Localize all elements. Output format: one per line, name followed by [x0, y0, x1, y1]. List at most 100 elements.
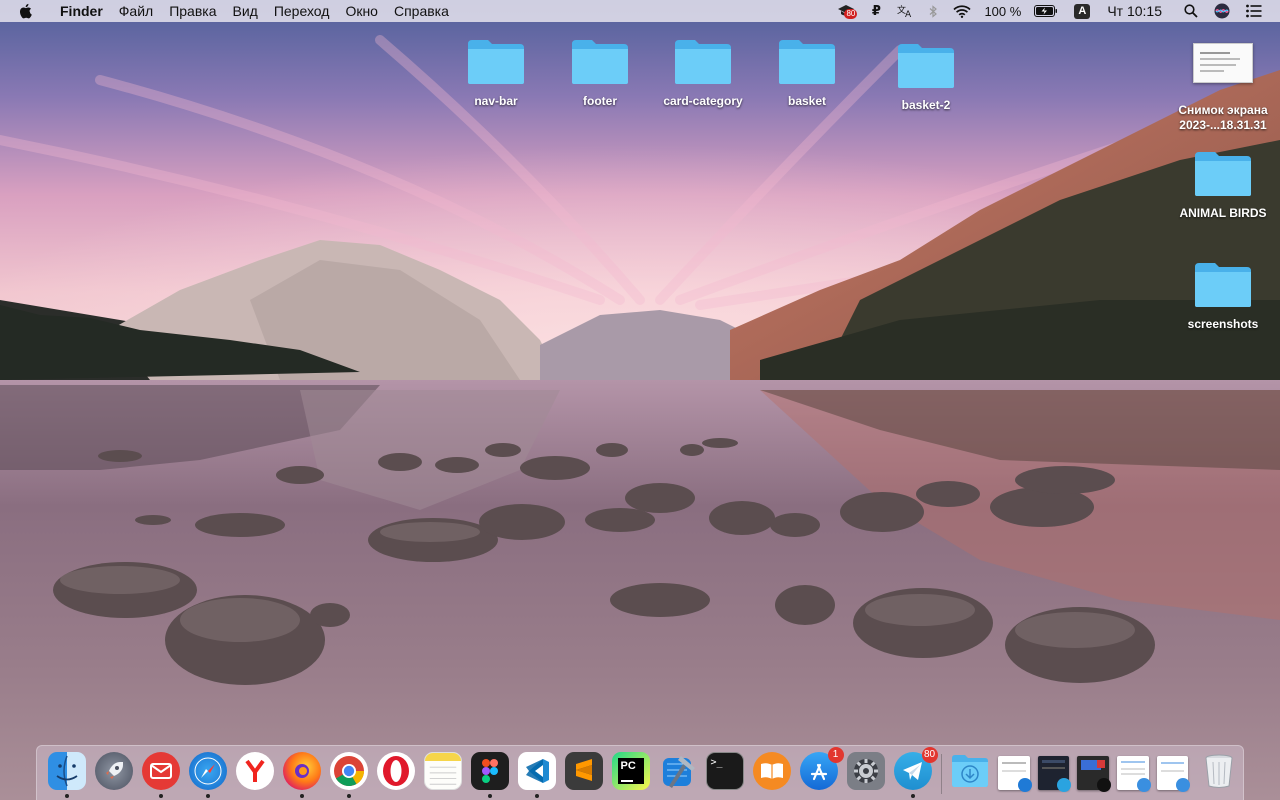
dock-telegram[interactable]: 80 [893, 747, 938, 798]
folder-icon [1193, 150, 1253, 198]
desktop-folder-basket-2[interactable]: basket-2 [871, 42, 981, 113]
safari-mini-icon [1017, 778, 1032, 792]
folder-icon [673, 38, 733, 86]
desktop-folder-basket[interactable]: basket [752, 38, 862, 109]
menu-help[interactable]: Справка [386, 0, 457, 22]
dock-figma[interactable] [470, 752, 509, 798]
translate-icon[interactable]: 文A [896, 0, 914, 22]
firefox-icon [282, 752, 321, 790]
figma-icon [470, 752, 509, 790]
dock-trash[interactable] [1200, 752, 1238, 790]
safari-compass-icon [188, 752, 227, 790]
mail-icon [141, 752, 180, 790]
menu-app-finder[interactable]: Finder [52, 0, 111, 22]
siri-icon[interactable] [1212, 0, 1232, 22]
dock-yandex-browser[interactable] [235, 752, 274, 790]
telegram-mini-icon [1057, 778, 1072, 792]
dock-minimized-window-2[interactable] [1037, 756, 1072, 792]
terminal-icon: >_ [705, 752, 744, 790]
apple-logo-icon[interactable] [18, 3, 38, 19]
pycharm-icon: PC [611, 752, 650, 790]
xcode-hammer-icon [659, 752, 697, 790]
rocket-icon [94, 752, 133, 790]
dock-minimized-window-4[interactable] [1117, 756, 1151, 792]
desktop-file-screenshot[interactable]: Снимок экрана 2023-...18.31.31 [1168, 43, 1278, 133]
desktop-item-label: ANIMAL BIRDS [1179, 206, 1267, 220]
input-source-icon[interactable]: A [1071, 0, 1093, 22]
desktop-item-label: screenshots [1187, 317, 1259, 331]
dock-system-preferences[interactable] [846, 752, 885, 790]
books-icon [752, 752, 791, 790]
menu-view[interactable]: Вид [225, 0, 266, 22]
dock-minimized-window-5[interactable] [1156, 756, 1191, 792]
screenshot-thumbnail-icon [1193, 43, 1253, 83]
gear-icon [846, 752, 885, 790]
desktop-folder-animal-birds[interactable]: ANIMAL BIRDS [1168, 150, 1278, 221]
spotlight-search-icon[interactable] [1182, 0, 1200, 22]
ruble-icon[interactable]: ₽ [868, 0, 884, 22]
desktop-wallpaper [0, 0, 1280, 800]
finder-icon [47, 752, 86, 790]
dock-minimized-window-3[interactable] [1077, 756, 1111, 792]
desktop-folder-nav-bar[interactable]: nav-bar [441, 38, 551, 109]
finder-mini-icon [1176, 778, 1191, 792]
dock-terminal[interactable]: >_ [705, 752, 744, 790]
folder-icon [570, 38, 630, 86]
dock-notes[interactable] [423, 752, 462, 790]
folder-icon [777, 38, 837, 86]
chrome-icon [329, 752, 368, 790]
menu-window[interactable]: Окно [337, 0, 386, 22]
dock-safari[interactable] [188, 752, 227, 798]
folder-icon [466, 38, 526, 86]
folder-icon [1193, 261, 1253, 309]
dock-pycharm[interactable]: PC [611, 752, 650, 790]
dock-separator [941, 754, 942, 794]
desktop-folder-footer[interactable]: footer [545, 38, 655, 109]
bluetooth-icon[interactable] [926, 0, 940, 22]
desktop-item-label: 2023-...18.31.31 [1179, 118, 1267, 132]
app-store-badge: 1 [827, 747, 844, 763]
dock-vscode[interactable] [517, 752, 556, 798]
dock-mail[interactable] [141, 752, 180, 798]
dock-minimized-window-1[interactable] [997, 756, 1032, 792]
dock-xcode[interactable] [659, 752, 697, 790]
desktop-item-label: footer [583, 94, 617, 108]
trash-icon [1200, 752, 1238, 790]
desktop-folder-card-category[interactable]: card-category [648, 38, 758, 109]
desktop-item-label: nav-bar [474, 94, 518, 108]
notification-center-icon[interactable] [1244, 0, 1264, 22]
dock-finder[interactable] [47, 752, 86, 798]
finder-mini-icon [1136, 778, 1151, 792]
battery-percent: 100 % [984, 3, 1022, 19]
menu-go[interactable]: Переход [266, 0, 338, 22]
notes-icon [423, 752, 462, 790]
dock-sublime-text[interactable] [564, 752, 603, 790]
desktop-item-label: basket [787, 94, 827, 108]
menu-bar: Finder Файл Правка Вид Переход Окно Спра… [0, 0, 1280, 22]
opera-icon [376, 752, 415, 790]
desktop-item-label: Снимок экрана [1178, 103, 1268, 117]
dock-launchpad[interactable] [94, 752, 133, 790]
menu-file[interactable]: Файл [111, 0, 161, 22]
wifi-icon[interactable] [952, 0, 972, 22]
graduation-cap-icon[interactable]: 80 [836, 0, 858, 22]
dock-app-store[interactable]: 1 [799, 747, 844, 790]
clock[interactable]: Чт 10:15 [1107, 0, 1162, 22]
yandex-icon [235, 752, 274, 790]
desktop-folder-screenshots[interactable]: screenshots [1168, 261, 1278, 332]
telegram-badge: 80 [921, 747, 938, 763]
notification-badge: 80 [844, 9, 858, 19]
sublime-text-icon [564, 752, 603, 790]
desktop-item-label: basket-2 [901, 98, 951, 112]
dock: PC >_ 1 80 [36, 745, 1244, 800]
dock-books[interactable] [752, 752, 791, 790]
svg-text:A: A [905, 10, 912, 18]
dock-chrome[interactable] [329, 752, 368, 798]
dock-firefox[interactable] [282, 752, 321, 798]
downloads-folder-icon [951, 752, 989, 790]
menu-edit[interactable]: Правка [161, 0, 224, 22]
battery-charging-icon[interactable] [1033, 0, 1059, 22]
desktop-item-label: card-category [663, 94, 743, 108]
dock-downloads-folder[interactable] [951, 752, 989, 790]
dock-opera[interactable] [376, 752, 415, 790]
